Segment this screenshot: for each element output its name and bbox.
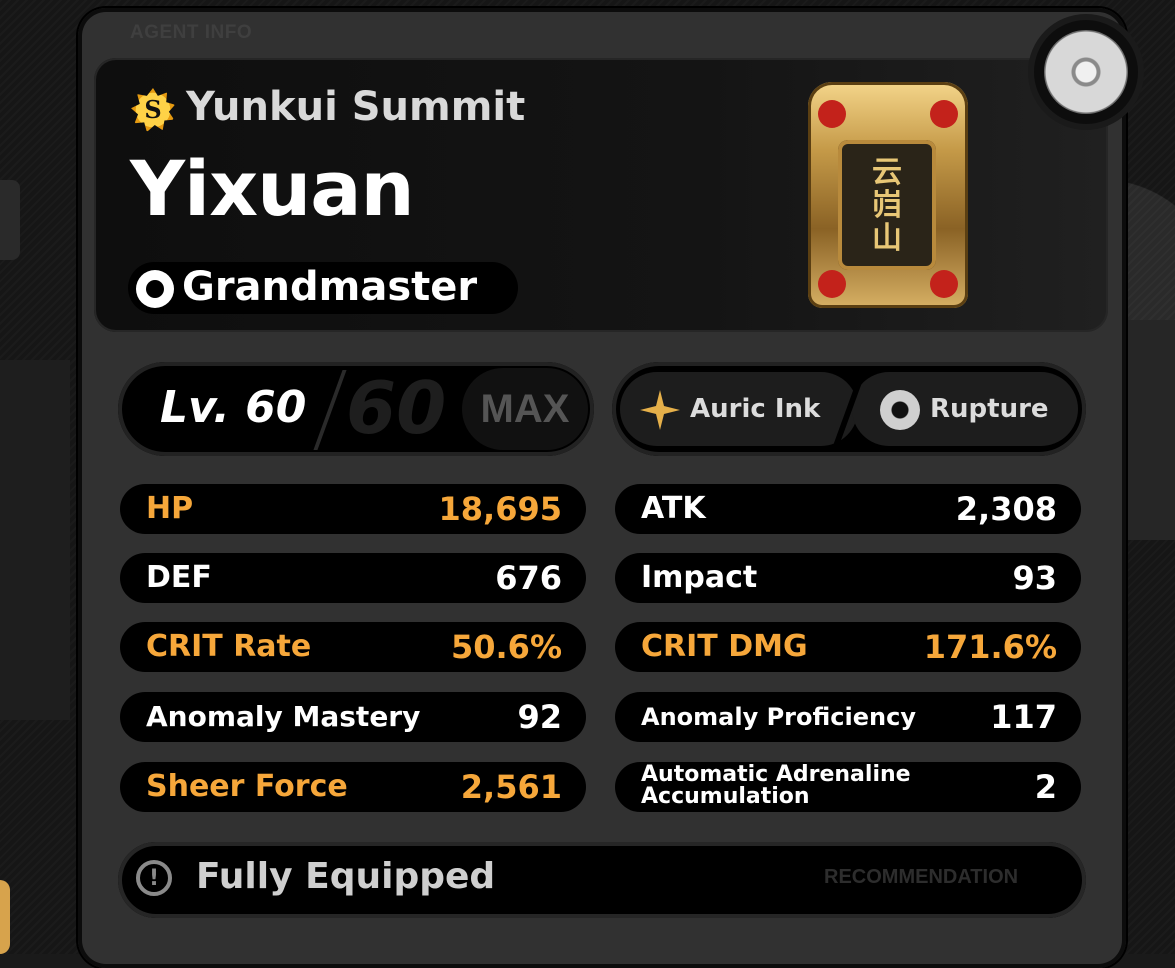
faction-name: Yunkui Summit xyxy=(186,84,526,130)
rank-label: Grandmaster xyxy=(182,264,478,310)
stat-sheer-force: Sheer Force 2,561 xyxy=(120,762,586,812)
exclamation-icon: ! xyxy=(136,860,172,896)
rupture-icon xyxy=(880,390,920,430)
wheel-icon xyxy=(1044,30,1128,114)
stat-anomaly-mastery: Anomaly Mastery 92 xyxy=(120,692,586,742)
stat-label-line: Accumulation xyxy=(641,784,810,809)
attribute-label: Auric Ink xyxy=(690,394,821,424)
stat-value: 171.6% xyxy=(923,628,1057,666)
rank-q-icon xyxy=(136,270,174,308)
stat-hp: HP 18,695 xyxy=(120,484,586,534)
emblem-ornament xyxy=(818,100,846,128)
stat-label: Anomaly Proficiency xyxy=(641,703,916,731)
emblem-ornament xyxy=(930,100,958,128)
background-decoration xyxy=(1120,320,1175,540)
stat-label: DEF xyxy=(146,560,212,595)
stat-label: Anomaly Mastery xyxy=(146,700,421,733)
agent-name: Yixuan xyxy=(130,144,415,233)
stat-value: 2,308 xyxy=(955,490,1057,528)
specialty-label: Rupture xyxy=(930,394,1049,424)
emblem-ornament xyxy=(818,270,846,298)
stat-value: 92 xyxy=(517,698,562,736)
current-level: Lv. 60 xyxy=(160,382,307,433)
stat-value: 50.6% xyxy=(450,628,562,666)
equipment-status: Fully Equipped xyxy=(196,856,496,897)
max-badge: MAX xyxy=(462,368,588,450)
stat-value: 93 xyxy=(1012,559,1057,597)
stat-label: CRIT Rate xyxy=(146,629,312,664)
stat-value: 2 xyxy=(1034,768,1057,806)
emblem-ornament xyxy=(930,270,958,298)
background-decoration xyxy=(0,880,10,954)
stat-value: 2,561 xyxy=(460,768,562,806)
stat-label-line: Automatic Adrenaline xyxy=(641,762,911,787)
stat-impact: Impact 93 xyxy=(615,553,1081,603)
recommendation-label: RECOMMENDATION xyxy=(824,866,1019,888)
stat-def: DEF 676 xyxy=(120,553,586,603)
stat-label: HP xyxy=(146,491,194,526)
stat-label: ATK xyxy=(641,491,706,526)
stat-value: 676 xyxy=(495,559,562,597)
stat-label: CRIT DMG xyxy=(641,629,808,664)
stat-crit-dmg: CRIT DMG 171.6% xyxy=(615,622,1081,672)
max-level: 60 xyxy=(346,366,447,450)
stat-label: Sheer Force xyxy=(146,769,348,804)
stat-label: Impact xyxy=(641,560,758,595)
section-title: AGENT INFO xyxy=(130,22,253,43)
stat-adrenaline-accumulation: Automatic Adrenaline Accumulation 2 xyxy=(615,762,1081,812)
stat-label: Automatic Adrenaline Accumulation xyxy=(641,764,911,808)
background-decoration xyxy=(0,360,70,720)
stat-anomaly-proficiency: Anomaly Proficiency 117 xyxy=(615,692,1081,742)
emblem-plaque: 云岿山 xyxy=(838,140,936,270)
stat-value: 18,695 xyxy=(438,490,562,528)
stat-crit-rate: CRIT Rate 50.6% xyxy=(120,622,586,672)
stat-value: 117 xyxy=(990,698,1057,736)
background-decoration xyxy=(0,180,20,260)
stat-atk: ATK 2,308 xyxy=(615,484,1081,534)
